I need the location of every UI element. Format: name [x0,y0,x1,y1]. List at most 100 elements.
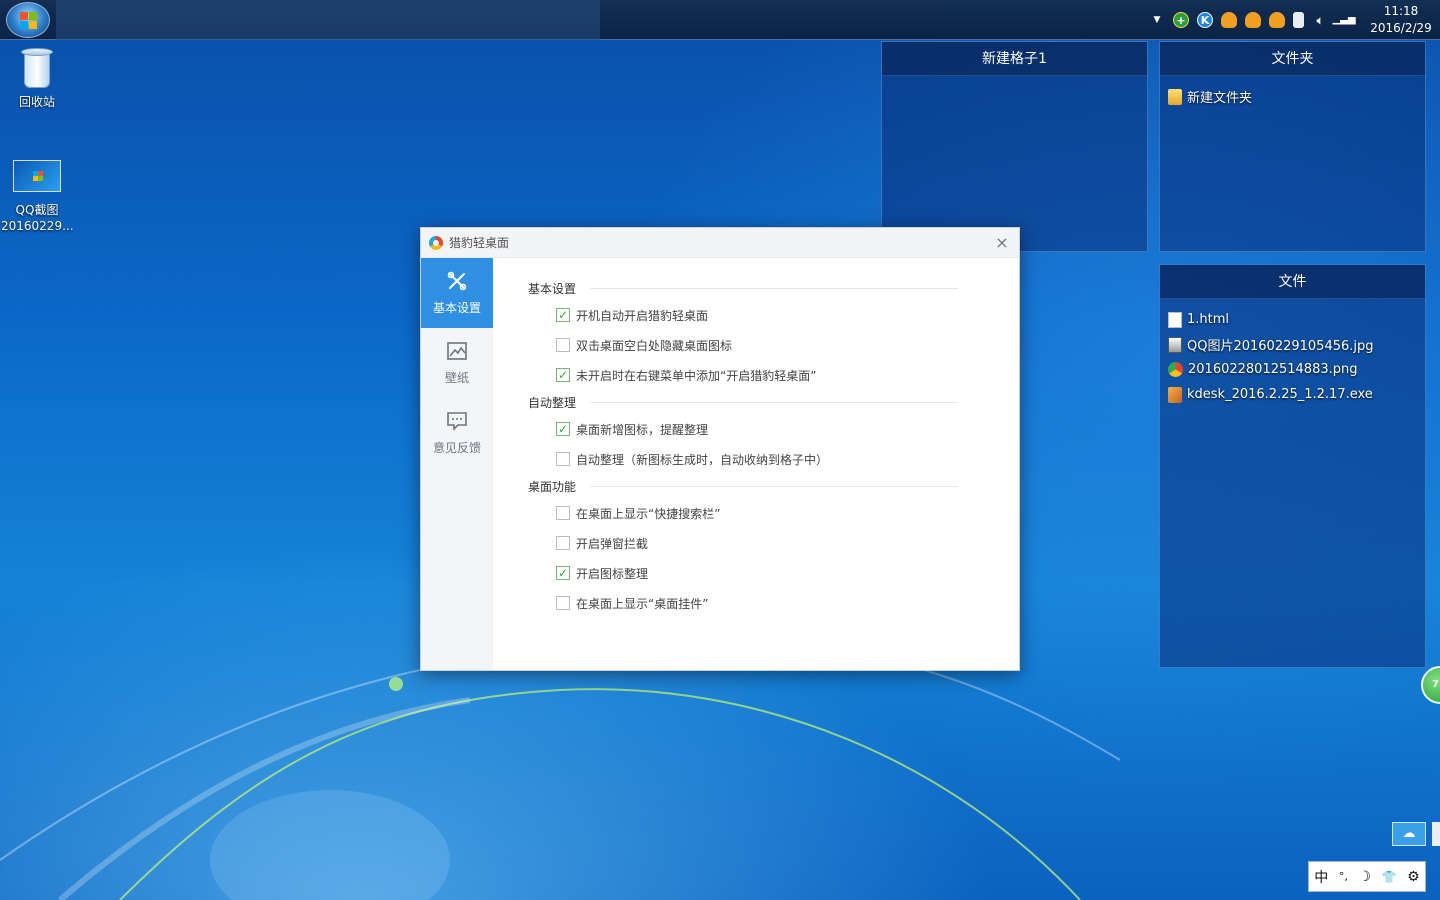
dialog-titlebar[interactable]: 猎豹轻桌面 × [421,228,1019,258]
option-label: 在桌面上显示“快捷搜索栏” [576,506,721,521]
fence-item-folder[interactable]: 新建文件夹 [1166,84,1419,109]
ime-mode-toggle[interactable]: 中 [1314,867,1328,887]
jpg-file-icon [1168,336,1182,353]
fence-item-label: 20160228012514883.png [1188,362,1358,377]
fence-item-label: QQ图片20160229105456.jpg [1187,339,1374,354]
section-header-desktop-features: 桌面功能 [528,478,958,494]
dialog-title: 猎豹轻桌面 [449,236,510,250]
png-file-icon [1168,362,1183,377]
start-button[interactable] [6,2,50,38]
option-label: 开启弹窗拦截 [576,536,649,551]
volume-icon[interactable]: 🔈︎ [1312,12,1328,28]
checkbox-unchecked[interactable] [556,596,570,610]
nav-label: 基本设置 [432,300,481,315]
moon-icon[interactable]: ☽ [1358,869,1371,885]
close-icon[interactable]: × [993,234,1011,252]
wallpaper-icon [447,341,467,360]
folder-icon [1168,88,1182,105]
fence-item-label: 1.html [1187,312,1230,327]
section-header-basic: 基本设置 [528,280,958,296]
clock-date: 2016/2/29 [1370,21,1432,35]
option-label: 自动整理（新图标生成时，自动收纳到格子中） [576,452,829,467]
nav-basic-settings[interactable]: 基本设置 [421,258,493,328]
qq-penguin-icon[interactable] [1269,12,1285,28]
clock[interactable]: 11:18 2016/2/29 [1362,3,1440,37]
desktop-icon-screenshot[interactable]: QQ截图 20160229... [1,160,74,234]
option-desktop-widget[interactable]: 在桌面上显示“桌面挂件” [528,588,958,618]
app-logo-icon [429,235,443,250]
option-label: 未开启时在右键菜单中添加“开启猎豹轻桌面” [576,368,817,383]
tools-icon [447,271,467,290]
option-label: 开机自动开启猎豹轻桌面 [576,308,709,323]
section-title: 自动整理 [528,395,577,410]
clock-time: 11:18 [1383,4,1419,18]
option-dblclick-hide[interactable]: 双击桌面空白处隐藏桌面图标 [528,330,958,360]
option-popup-block[interactable]: 开启弹窗拦截 [528,528,958,558]
section-title: 桌面功能 [528,479,577,494]
dialog-sidebar: 基本设置 壁纸 意见反馈 [421,258,493,670]
checkbox-checked[interactable]: ✓ [556,308,570,322]
qq-penguin-icon[interactable] [1245,12,1261,28]
taskbar-program-area[interactable] [56,0,600,40]
desktop-icon-label-line1: QQ截图 [15,203,59,217]
feedback-icon [447,411,467,431]
fence-item-jpg[interactable]: QQ图片20160229105456.jpg [1166,332,1419,357]
cloud-icon[interactable]: ☁ [1392,822,1426,846]
k-icon[interactable]: K [1197,12,1213,28]
option-context-menu[interactable]: ✓ 未开启时在右键菜单中添加“开启猎豹轻桌面” [528,360,958,390]
fence-title[interactable]: 文件 [1160,265,1425,299]
skin-shirt-icon[interactable]: 👕 [1382,870,1397,884]
fence-item-html[interactable]: 1.html [1166,307,1419,332]
punctuation-icon[interactable]: °, [1339,870,1348,883]
nav-feedback[interactable]: 意见反馈 [421,398,493,468]
checkbox-unchecked[interactable] [556,536,570,550]
option-new-icon-remind[interactable]: ✓ 桌面新增图标，提醒整理 [528,414,958,444]
desktop-icon-recycle-bin[interactable]: 回收站 [1,46,73,110]
taskbar: ▼ + K 🔈︎ ▁▃▅ 11:18 2016/2/29 [0,0,1440,40]
section-header-auto-organize: 自动整理 [528,394,958,410]
checkbox-checked[interactable]: ✓ [556,566,570,580]
speed-ball-widget[interactable]: 71 [1421,666,1440,704]
signal-icon[interactable]: ▁▃▅ [1332,12,1355,28]
system-tray: ▼ + K 🔈︎ ▁▃▅ 11:18 2016/2/29 [1145,0,1440,40]
windows-flag-icon [20,12,38,30]
checkbox-unchecked[interactable] [556,506,570,520]
plus-icon[interactable]: + [1173,12,1189,28]
section-title: 基本设置 [528,281,577,296]
html-file-icon [1168,311,1182,328]
desktop-icon-label-line2: 20160229... [1,219,74,233]
qq-penguin-icon[interactable] [1221,12,1237,28]
recycle-bin-icon [20,46,54,90]
nav-wallpaper[interactable]: 壁纸 [421,328,493,398]
clipboard-icon[interactable] [1293,12,1304,28]
option-label: 开启图标整理 [576,566,649,581]
option-autostart[interactable]: ✓ 开机自动开启猎豹轻桌面 [528,300,958,330]
fence-files[interactable]: 文件 1.html QQ图片20160229105456.jpg 2016022… [1159,264,1426,668]
settings-content: 基本设置 ✓ 开机自动开启猎豹轻桌面 双击桌面空白处隐藏桌面图标 ✓ 未开启时在… [528,280,958,618]
checkbox-checked[interactable]: ✓ [556,368,570,382]
fence-title[interactable]: 新建格子1 [882,42,1147,76]
nav-label: 壁纸 [444,370,469,385]
option-label: 在桌面上显示“桌面挂件” [576,596,709,611]
fence-title[interactable]: 文件夹 [1160,42,1425,76]
image-thumbnail-icon [13,160,61,192]
fence-item-png[interactable]: 20160228012514883.png [1166,357,1419,382]
desktop-icon-label: 回收站 [18,95,55,109]
fence-folders[interactable]: 文件夹 新建文件夹 [1159,41,1426,252]
option-label: 桌面新增图标，提醒整理 [576,422,709,437]
option-label: 双击桌面空白处隐藏桌面图标 [576,338,733,353]
ime-toolbar: 中 °, ☽ 👕 ⚙ [1308,861,1426,892]
fence-item-exe[interactable]: kdesk_2016.2.25_1.2.17.exe [1166,382,1419,407]
option-icon-organize[interactable]: ✓ 开启图标整理 [528,558,958,588]
nav-label: 意见反馈 [432,440,481,455]
option-quick-search[interactable]: 在桌面上显示“快捷搜索栏” [528,498,958,528]
chevron-up-icon[interactable]: ▼ [1149,12,1165,28]
fence-item-label: kdesk_2016.2.25_1.2.17.exe [1187,387,1373,402]
fence-new-grid[interactable]: 新建格子1 [881,41,1148,252]
settings-dialog: 猎豹轻桌面 × 基本设置 壁纸 意见反馈 基本设置 ✓ 开机自动开启猎豹轻桌面 … [420,227,1020,671]
checkbox-checked[interactable]: ✓ [556,422,570,436]
checkbox-unchecked[interactable] [556,452,570,466]
option-auto-organize[interactable]: 自动整理（新图标生成时，自动收纳到格子中） [528,444,958,474]
settings-gear-icon[interactable]: ⚙ [1407,869,1420,885]
checkbox-unchecked[interactable] [556,338,570,352]
